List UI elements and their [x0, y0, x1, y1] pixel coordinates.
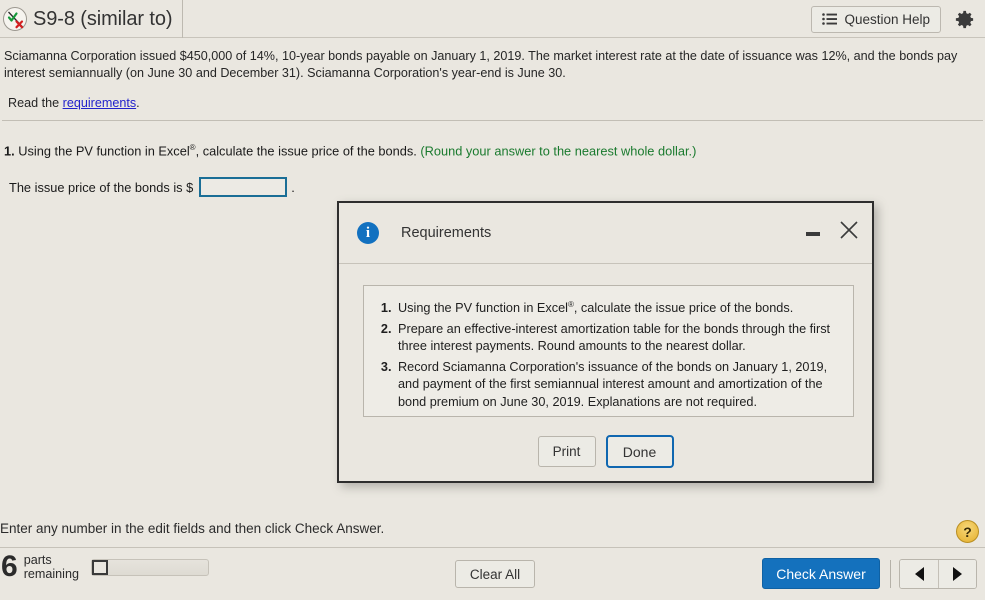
close-glyph	[840, 221, 858, 239]
check-cross-glyph	[7, 11, 24, 29]
requirements-list-box: Using the PV function in Excel®, calcula…	[363, 285, 854, 417]
requirements-link[interactable]: requirements	[63, 96, 137, 110]
triangle-right-icon	[953, 567, 962, 581]
minimize-icon[interactable]	[804, 221, 822, 239]
application-root: S9-8 (similar to) Question Help Sciamann…	[0, 0, 985, 600]
enter-instruction: Enter any number in the edit fields and …	[0, 521, 385, 536]
requirement-text-before: Prepare an effective-interest amortizati…	[398, 321, 831, 354]
requirement-item: Using the PV function in Excel®, calcula…	[395, 296, 840, 318]
dialog-window-controls	[804, 219, 860, 241]
requirement-text-after: , calculate the issue price of the bonds…	[573, 301, 794, 316]
requirements-list: Using the PV function in Excel®, calcula…	[373, 296, 840, 411]
answer-row: The issue price of the bonds is $ .	[9, 177, 295, 197]
question-help-label: Question Help	[844, 11, 930, 27]
print-button[interactable]: Print	[537, 436, 596, 467]
dialog-title: Requirements	[401, 225, 492, 241]
parts-label-line1: parts	[23, 553, 52, 567]
question-number: 1.	[4, 143, 15, 159]
read-requirements-line: Read the requirements.	[8, 96, 140, 110]
header-actions: Question Help	[811, 0, 979, 38]
list-icon	[822, 13, 838, 25]
read-prefix: Read the	[8, 96, 63, 110]
problem-statement: Sciamanna Corporation issued $450,000 of…	[4, 49, 958, 80]
nav-buttons	[899, 559, 977, 589]
answer-suffix: .	[291, 179, 295, 195]
info-icon: i	[357, 222, 379, 244]
gear-icon[interactable]	[949, 4, 979, 34]
issue-price-input[interactable]	[199, 177, 288, 197]
previous-button[interactable]	[900, 560, 938, 588]
answer-label: The issue price of the bonds is $	[9, 179, 194, 195]
clear-all-button[interactable]: Clear All	[455, 560, 535, 588]
parts-count: 6	[1, 550, 18, 583]
done-button[interactable]: Done	[605, 435, 674, 468]
nav-divider	[890, 560, 891, 588]
page-title: S9-8 (similar to)	[33, 7, 173, 30]
info-glyph: i	[365, 224, 371, 241]
divider-top	[2, 120, 983, 121]
parts-label: parts remaining	[24, 553, 79, 581]
app-header: S9-8 (similar to) Question Help	[0, 0, 985, 38]
gear-glyph	[955, 10, 973, 28]
header-title-group: S9-8 (similar to)	[0, 0, 184, 38]
requirement-item: Record Sciamanna Corporation's issuance …	[395, 359, 840, 412]
requirement-item: Prepare an effective-interest amortizati…	[395, 321, 840, 356]
question-text-before: Using the PV function in Excel	[14, 143, 190, 159]
question-help-button[interactable]: Question Help	[811, 5, 941, 33]
requirements-dialog: i Requirements Using the PV function in …	[337, 201, 874, 483]
progress-bar	[91, 558, 209, 576]
parts-remaining-group: 6 parts remaining	[0, 552, 209, 582]
progress-segment	[92, 559, 108, 575]
dialog-footer: Print Done	[339, 435, 872, 468]
next-button[interactable]	[938, 560, 976, 588]
check-answer-button[interactable]: Check Answer	[762, 558, 880, 589]
dialog-titlebar: i Requirements	[339, 203, 872, 264]
triangle-left-icon	[914, 567, 924, 581]
parts-label-line2: remaining	[23, 567, 79, 581]
requirement-text-before: Using the PV function in Excel	[398, 301, 568, 316]
question-text-after: , calculate the issue price of the bonds…	[195, 143, 421, 159]
requirement-text-before: Record Sciamanna Corporation's issuance …	[398, 359, 828, 409]
check-cross-icon	[3, 7, 27, 31]
question-1-text: 1. Using the PV function in Excel®, calc…	[4, 143, 696, 158]
footer-toolbar: 6 parts remaining Clear All Check Answer	[0, 548, 985, 600]
read-suffix: .	[136, 96, 140, 110]
help-icon[interactable]: ?	[956, 520, 979, 543]
close-icon[interactable]	[838, 219, 860, 241]
rounding-note: (Round your answer to the nearest whole …	[420, 143, 697, 159]
